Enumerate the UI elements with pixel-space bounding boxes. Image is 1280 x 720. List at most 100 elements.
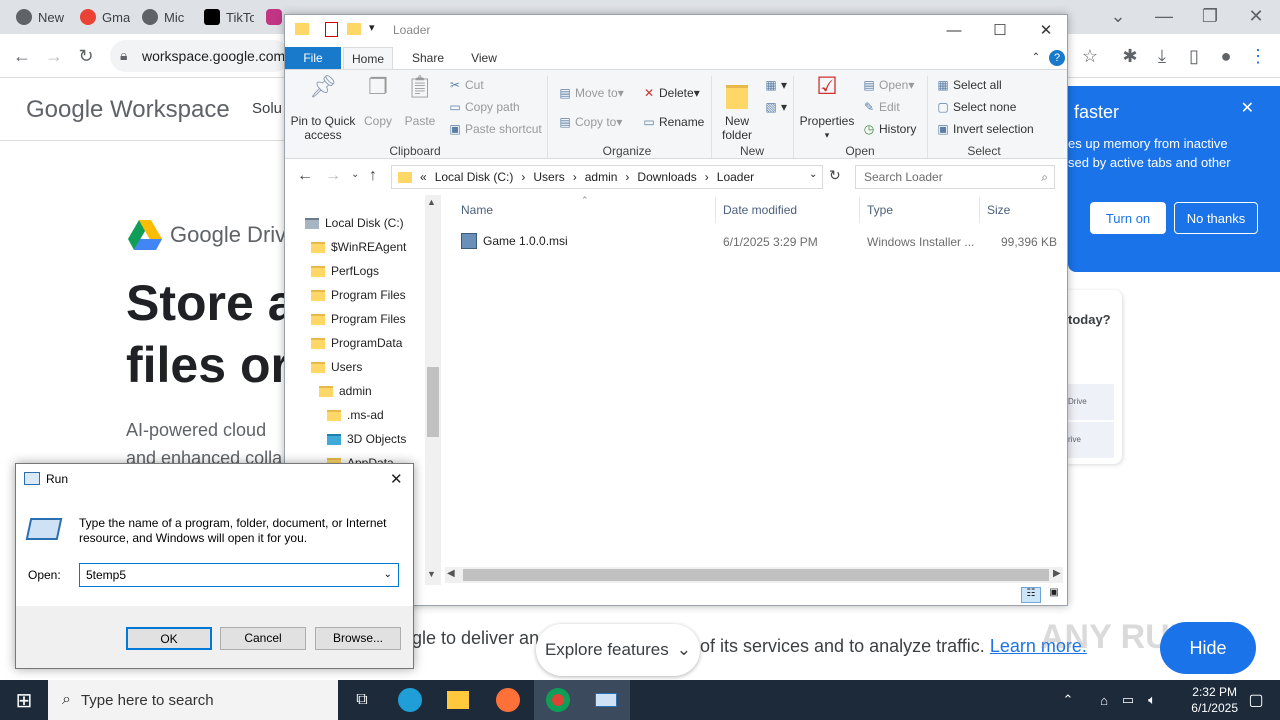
address-dropdown-icon[interactable]: ⌄	[809, 169, 817, 180]
column-date[interactable]: Date modified	[723, 203, 797, 217]
horizontal-scrollbar-thumb[interactable]	[463, 569, 1049, 581]
edit-button[interactable]: ✎ Edit	[861, 100, 900, 114]
nav-item[interactable]: Program Files	[311, 285, 406, 305]
taskbar-search[interactable]: ⌕ Type here to search	[48, 680, 338, 720]
volume-icon[interactable]: 🔈︎	[1140, 680, 1164, 720]
nav-item[interactable]: Program Files	[311, 309, 406, 329]
tab-file[interactable]: File	[285, 47, 341, 69]
reload-icon[interactable]: ↻	[74, 44, 98, 68]
scroll-down-icon[interactable]: ▼	[427, 569, 436, 579]
browser-tab[interactable]: TikTo	[204, 6, 254, 28]
hide-button[interactable]: Hide	[1160, 622, 1256, 674]
breadcrumb-item[interactable]: Local Disk (C:)	[435, 170, 514, 184]
details-view-icon[interactable]: ☷	[1021, 587, 1041, 603]
properties-button[interactable]: ☑ Properties ▾	[797, 75, 857, 142]
tab-share[interactable]: Share	[401, 47, 455, 69]
maximize-icon[interactable]: ☐	[977, 19, 1023, 43]
minimize-icon[interactable]: —	[931, 19, 977, 43]
large-icons-view-icon[interactable]: ▣	[1045, 587, 1063, 603]
customize-qat-icon[interactable]: ▾	[369, 21, 375, 34]
task-view-icon[interactable]: ⧉	[338, 680, 386, 720]
network-icon[interactable]: ⌂	[1092, 680, 1116, 720]
back-icon[interactable]: ←	[10, 44, 34, 68]
nav-item[interactable]: $WinREAgent	[311, 237, 406, 257]
profile-icon[interactable]: ●	[1214, 44, 1238, 68]
run-taskbar-icon[interactable]	[582, 680, 630, 720]
no-thanks-button[interactable]: No thanks	[1174, 202, 1258, 234]
paste-button[interactable]: 📋︎ Paste	[401, 76, 439, 129]
move-to-button[interactable]: ▤ Move to ▾	[557, 86, 623, 100]
nav-item[interactable]: Local Disk (C:)	[305, 213, 404, 233]
turn-on-button[interactable]: Turn on	[1090, 202, 1166, 234]
address-bar[interactable]: 🔒︎ workspace.google.com/	[110, 40, 290, 72]
chevron-down-icon[interactable]: ⌄	[384, 564, 392, 586]
tab-home[interactable]: Home	[343, 47, 393, 69]
select-none-button[interactable]: ▢ Select none	[935, 100, 1016, 114]
browser-tab[interactable]	[266, 6, 284, 28]
search-input[interactable]: Search Loader ⌕	[855, 165, 1055, 189]
rename-button[interactable]: ▭ Rename	[641, 115, 704, 129]
delete-button[interactable]: ✕ Delete ▾	[641, 86, 700, 100]
restore-icon[interactable]: ❐	[1198, 4, 1222, 28]
minimize-icon[interactable]: —	[1152, 4, 1176, 28]
run-open-input[interactable]: 5temp5 ⌄	[79, 563, 399, 587]
card-option[interactable]: rive	[1066, 422, 1114, 458]
nav-item[interactable]: admin	[319, 381, 372, 401]
ok-button[interactable]: OK	[126, 627, 212, 650]
copy-path-button[interactable]: ▭ Copy path	[447, 100, 519, 114]
bookmark-star-icon[interactable]: ☆	[1078, 44, 1102, 68]
menu-icon[interactable]: ⋮	[1246, 44, 1270, 68]
wifi-icon[interactable]: ▭	[1116, 680, 1140, 720]
windows-start-icon[interactable]: ⊞	[0, 680, 48, 720]
new-item-button[interactable]: ▦ ▾	[763, 78, 787, 92]
browser-tab[interactable]: New	[16, 6, 66, 28]
taskbar-clock[interactable]: 2:32 PM 6/1/2025	[1191, 684, 1238, 716]
edge-icon[interactable]	[386, 680, 434, 720]
breadcrumb-item[interactable]: Downloads	[637, 170, 696, 184]
nav-item[interactable]: 3D Objects	[327, 429, 406, 449]
download-icon[interactable]: ⤓	[1150, 44, 1174, 68]
new-folder-icon[interactable]	[347, 23, 361, 35]
scroll-left-icon[interactable]: ◀	[447, 568, 455, 579]
nav-item[interactable]: .ms-ad	[327, 405, 384, 425]
back-icon[interactable]: ←	[297, 167, 313, 185]
show-hidden-icons[interactable]: ⌃	[1056, 680, 1080, 720]
firefox-icon[interactable]	[484, 680, 532, 720]
notification-icon[interactable]: ▢	[1232, 680, 1280, 720]
nav-scrollbar-thumb[interactable]	[427, 367, 439, 437]
tab-view[interactable]: View	[457, 47, 511, 69]
extensions-icon[interactable]: ✱	[1118, 44, 1142, 68]
side-panel-icon[interactable]: ▯	[1182, 44, 1206, 68]
browse-button[interactable]: Browse...	[315, 627, 401, 650]
easy-access-button[interactable]: ▧ ▾	[763, 100, 787, 114]
explore-features-button[interactable]: Explore features ⌄	[536, 624, 700, 676]
close-icon[interactable]: ✕	[390, 470, 403, 488]
nav-item[interactable]: ProgramData	[311, 333, 402, 353]
column-type[interactable]: Type	[867, 203, 893, 217]
column-name[interactable]: Name	[461, 203, 493, 217]
nav-item[interactable]: Users	[311, 357, 362, 377]
chrome-taskbar-icon[interactable]	[534, 680, 582, 720]
cut-button[interactable]: ✂ Cut	[447, 78, 484, 92]
close-icon[interactable]: ✕	[1023, 19, 1069, 43]
close-icon[interactable]: ✕	[1241, 98, 1254, 118]
breadcrumb-item[interactable]: Loader	[717, 170, 754, 184]
browser-tab[interactable]: Gma	[80, 6, 130, 28]
help-icon[interactable]: ?	[1049, 50, 1065, 66]
breadcrumb-item[interactable]: Users	[533, 170, 564, 184]
properties-icon[interactable]	[325, 22, 338, 37]
nav-solutions[interactable]: Solu	[252, 100, 282, 117]
forward-icon[interactable]: →	[325, 167, 341, 185]
collapse-ribbon-icon[interactable]: ⌃	[1029, 47, 1043, 69]
tab-search-icon[interactable]: ⌄	[1106, 4, 1130, 28]
new-folder-button[interactable]: New folder	[715, 80, 759, 142]
history-button[interactable]: ◷ History	[861, 122, 917, 136]
close-icon[interactable]: ✕	[1244, 4, 1268, 28]
recent-locations-icon[interactable]: ⌄	[351, 169, 359, 180]
select-all-button[interactable]: ▦ Select all	[935, 78, 1001, 92]
paste-shortcut-button[interactable]: ▣ Paste shortcut	[447, 122, 541, 136]
nav-item[interactable]: PerfLogs	[311, 261, 379, 281]
column-size[interactable]: Size	[987, 203, 1010, 217]
scroll-up-icon[interactable]: ▲	[427, 197, 436, 207]
copy-button[interactable]: ❐ Copy	[359, 76, 397, 129]
